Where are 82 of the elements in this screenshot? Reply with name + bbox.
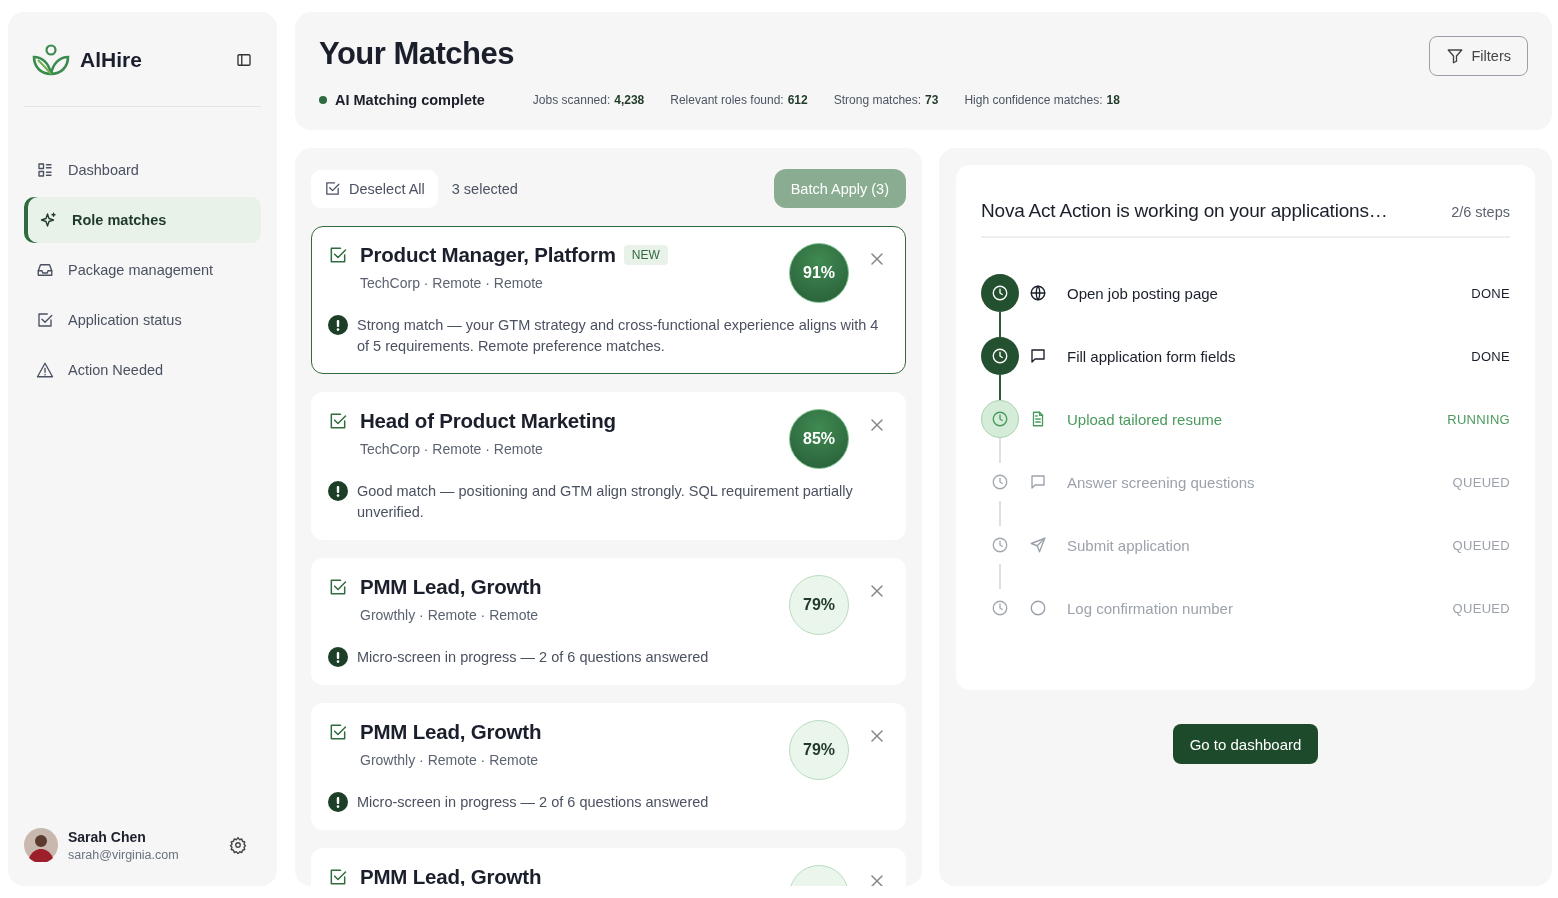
user-email: sarah@virginia.com bbox=[68, 847, 179, 862]
nav-item[interactable]: Role matches bbox=[24, 197, 261, 243]
user-name: Sarah Chen bbox=[68, 828, 147, 845]
checked-checkbox-icon[interactable] bbox=[328, 411, 348, 431]
step-status: DONE bbox=[1471, 348, 1510, 364]
stat-text: Strong matches: 73 bbox=[833, 93, 939, 107]
step-label: Submit application bbox=[1067, 536, 1191, 554]
page-title: Your Matches bbox=[319, 36, 515, 72]
step-label: Open job posting page bbox=[1067, 284, 1219, 302]
settings-icon bbox=[229, 836, 247, 854]
send-icon bbox=[1029, 536, 1047, 554]
match-card[interactable]: PMM Lead, Growth Growthly · Remote · Remote 79% Micro-screen in progress — 2 of 6 questions answered bbox=[311, 558, 906, 685]
clock-icon bbox=[991, 347, 1009, 365]
alert-icon bbox=[328, 647, 348, 667]
nav-item[interactable]: Package management bbox=[24, 247, 261, 293]
sparkle-icon bbox=[40, 211, 58, 229]
inbox-icon bbox=[36, 261, 54, 279]
job-title: PMM Lead, Growth bbox=[360, 720, 542, 744]
match-note: Good match — positioning and GTM align strongly. SQL requirement partially unverified. bbox=[357, 482, 854, 522]
warning-icon bbox=[36, 361, 54, 379]
step-status: RUNNING bbox=[1447, 411, 1510, 427]
steps-count: 2/6 steps bbox=[1451, 204, 1510, 220]
nav-item[interactable]: Dashboard bbox=[24, 147, 261, 193]
stat-text: High confidence matches: 18 bbox=[964, 93, 1120, 107]
job-title: PMM Lead, Growth bbox=[360, 575, 542, 599]
avatar bbox=[24, 828, 58, 862]
job-meta: TechCorp · Remote · Remote bbox=[360, 275, 544, 291]
match-note: Strong match — your GTM strategy and cross-functional experience aligns with 4 of 5 requirements. Remote preference matches. bbox=[357, 316, 880, 356]
step-label: Fill application form fields bbox=[1067, 347, 1237, 365]
match-note: Micro-screen in progress — 2 of 6 questions answered bbox=[357, 648, 709, 667]
nav-item[interactable]: Action Needed bbox=[24, 347, 261, 393]
match-note: Micro-screen in progress — 2 of 6 questions answered bbox=[357, 793, 709, 812]
job-meta: Growthly · Remote · Remote bbox=[360, 607, 540, 623]
match-card[interactable]: Head of Product Marketing TechCorp · Remote · Remote 85% Good match — positioning and GTM align strongly. SQL requirement partially unverified. bbox=[311, 392, 906, 540]
step-status: DONE bbox=[1471, 285, 1510, 301]
clock-icon bbox=[991, 284, 1009, 302]
job-meta: Growthly · Remote · Remote bbox=[360, 752, 540, 768]
checked-checkbox-icon[interactable] bbox=[328, 867, 348, 886]
step-status: QUEUED bbox=[1452, 537, 1510, 553]
deselect-all-button[interactable]: Deselect All bbox=[311, 169, 438, 208]
checked-checkbox-icon[interactable] bbox=[328, 722, 348, 742]
alert-icon bbox=[328, 481, 348, 501]
alert-icon bbox=[328, 792, 348, 812]
status-text: AI Matching complete bbox=[335, 92, 485, 108]
grid-icon bbox=[36, 161, 54, 179]
checkbox-icon bbox=[36, 311, 54, 329]
chat-icon bbox=[1029, 473, 1047, 491]
brand-name: AlHire bbox=[80, 48, 142, 72]
match-card[interactable]: Product Manager, Platform NEW TechCorp · Remote · Remote 91% Strong match — your GTM strategy and cross-functional experience aligns with 4 of 5 requirements. Remote preference matches. bbox=[311, 226, 906, 374]
job-meta: TechCorp · Remote · Remote bbox=[360, 441, 544, 457]
filters-button[interactable]: Filters bbox=[1428, 36, 1528, 76]
stat-text: Relevant roles found: 612 bbox=[670, 93, 808, 107]
alert-icon bbox=[328, 315, 348, 335]
clock-icon bbox=[991, 410, 1009, 428]
chat-icon bbox=[1029, 347, 1047, 365]
checkbox-icon bbox=[324, 180, 341, 197]
new-badge: NEW bbox=[623, 245, 668, 265]
match-score: 79% bbox=[789, 720, 849, 780]
step-label: Log confirmation number bbox=[1067, 599, 1234, 617]
step-label: Upload tailored resume bbox=[1067, 410, 1224, 428]
match-score: 79% bbox=[789, 575, 849, 635]
sidebar-toggle-icon bbox=[235, 51, 253, 69]
step-status: QUEUED bbox=[1452, 600, 1510, 616]
nav-item[interactable]: Application status bbox=[24, 297, 261, 343]
job-title: Product Manager, Platform bbox=[360, 243, 616, 267]
progress-title: Nova Act Action is working on your applications… bbox=[981, 200, 1388, 222]
go-to-dashboard-button[interactable]: Go to dashboard bbox=[1172, 724, 1319, 764]
status-dot bbox=[319, 96, 327, 104]
selected-count: 3 selected bbox=[451, 180, 518, 197]
checked-checkbox-icon[interactable] bbox=[328, 577, 348, 597]
match-score: 91% bbox=[789, 243, 849, 303]
checked-checkbox-icon[interactable] bbox=[328, 245, 348, 265]
logo-icon bbox=[32, 43, 70, 77]
globe-icon bbox=[1029, 284, 1047, 302]
job-title: Head of Product Marketing bbox=[360, 409, 616, 433]
step-status: QUEUED bbox=[1452, 474, 1510, 490]
match-score: 85% bbox=[789, 409, 849, 469]
stat-text: Jobs scanned: 4,238 bbox=[532, 93, 645, 107]
match-card[interactable]: PMM Lead, Growth Growthly · Remote · Remote 79% Micro-screen in progress — 2 of 6 questions answered bbox=[311, 703, 906, 830]
step-label: Answer screening questions bbox=[1067, 473, 1256, 491]
filter-icon bbox=[1445, 47, 1464, 65]
circle-icon bbox=[1029, 599, 1047, 617]
